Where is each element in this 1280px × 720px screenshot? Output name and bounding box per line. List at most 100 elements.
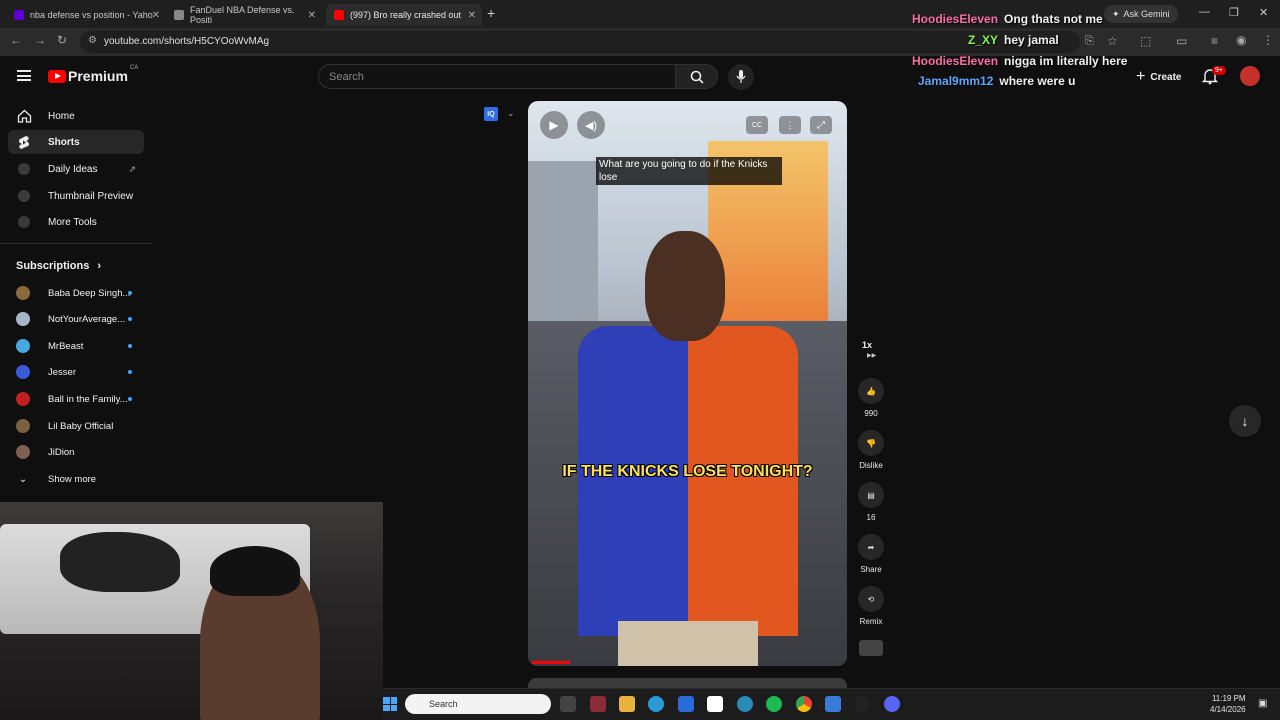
dislike-button[interactable]: 👎 Dislike: [858, 430, 884, 470]
chat-message: Jamal9mm12 where were u: [918, 74, 1075, 88]
tab-youtube[interactable]: (997) Bro really crashed out ✕: [326, 4, 482, 26]
discord-icon[interactable]: [884, 696, 900, 712]
search-input[interactable]: Search: [318, 64, 676, 89]
comments-button[interactable]: ▤ 16: [858, 482, 884, 522]
fullscreen-button[interactable]: ⤢: [810, 116, 832, 134]
minimize-icon[interactable]: —: [1199, 6, 1210, 18]
search-button[interactable]: [676, 64, 718, 89]
extensions-icon[interactable]: ⬚: [1140, 34, 1151, 48]
remix-button[interactable]: ⟲ Remix: [858, 586, 884, 626]
thumbs-up-icon: 👍: [858, 378, 884, 404]
sidebar-item-shorts[interactable]: Shorts: [8, 130, 144, 154]
sidebar-item-daily-ideas[interactable]: Daily Ideas ⇗: [8, 157, 144, 181]
close-icon[interactable]: ✕: [468, 10, 476, 21]
sidebar-item-label: More Tools: [48, 216, 97, 228]
bookmark-star-icon[interactable]: ☆: [1107, 34, 1118, 48]
voice-search-button[interactable]: [728, 64, 754, 90]
subscription-name: Jesser: [48, 366, 76, 378]
install-app-icon[interactable]: ⎘: [1085, 35, 1094, 48]
menu-icon[interactable]: ⋮: [1262, 33, 1274, 47]
video-progress-bar[interactable]: [532, 661, 571, 664]
new-content-dot: [128, 317, 132, 321]
sidebar-divider: [0, 243, 153, 244]
next-video-button[interactable]: ↓: [1229, 405, 1261, 437]
new-tab-icon[interactable]: +: [487, 5, 495, 21]
subscription-item[interactable]: MrBeast: [16, 334, 144, 358]
file-explorer-icon[interactable]: [560, 696, 576, 712]
sidebar-item-thumbnail-preview[interactable]: Thumbnail Preview: [8, 184, 144, 208]
cc-icon: CC: [751, 121, 763, 129]
play-button[interactable]: ▶: [540, 111, 568, 139]
app-icon[interactable]: [854, 696, 870, 712]
system-clock[interactable]: 11:19 PM 4/14/2026: [1210, 693, 1246, 715]
spotify-icon[interactable]: [766, 696, 782, 712]
burned-in-caption: IF THE KNICKS LOSE TONIGHT?: [562, 463, 813, 480]
subscription-item[interactable]: Jesser: [16, 360, 144, 384]
subscription-item[interactable]: NotYourAverage...: [16, 307, 144, 331]
ask-gemini-button[interactable]: ✦ Ask Gemini: [1104, 5, 1178, 23]
gemini-label: Ask Gemini: [1123, 9, 1170, 19]
app-icon[interactable]: [737, 696, 753, 712]
close-icon[interactable]: ✕: [308, 10, 316, 21]
close-window-icon[interactable]: ✕: [1259, 6, 1268, 19]
shorts-video-player[interactable]: ▶ ◀) CC ⋮ ⤢ What are you going to do if …: [528, 101, 847, 666]
media-icon[interactable]: ≡: [1211, 34, 1218, 48]
vidiq-button[interactable]: IQ: [484, 107, 498, 121]
remix-label: Remix: [859, 617, 883, 626]
sidepanel-icon[interactable]: ▭: [1176, 34, 1187, 48]
chat-username: HoodiesEleven: [912, 54, 999, 68]
interviewee-image: [645, 231, 725, 341]
volume-button[interactable]: ◀): [577, 111, 605, 139]
sidebar-item-home[interactable]: Home: [8, 104, 144, 128]
chrome-icon[interactable]: [796, 696, 812, 712]
subscriptions-heading[interactable]: Subscriptions ›: [16, 260, 101, 272]
chat-username: Jamal9mm12: [918, 74, 994, 88]
forward-icon[interactable]: →: [34, 33, 46, 47]
youtube-icon: [48, 69, 66, 83]
subscription-item[interactable]: JiDion: [16, 440, 144, 464]
like-button[interactable]: 👍 990: [858, 378, 884, 418]
subscription-item[interactable]: Lil Baby Official: [16, 414, 144, 438]
sidebar-item-label: Daily Ideas: [48, 163, 98, 175]
show-more-button[interactable]: ⌄ Show more: [16, 467, 144, 491]
yahoo-icon: [14, 10, 24, 20]
notification-center-icon[interactable]: ▣: [1258, 698, 1267, 709]
taskbar-search[interactable]: ⌕ Search: [405, 694, 824, 714]
nba-icon[interactable]: [707, 696, 723, 712]
playback-speed[interactable]: 1x: [862, 340, 872, 350]
app-icon[interactable]: [825, 696, 841, 712]
app-icon[interactable]: [590, 696, 606, 712]
share-button[interactable]: ➦ Share: [858, 534, 884, 574]
subscription-name: NotYourAverage...: [48, 313, 126, 325]
subscription-item[interactable]: Ball in the Family...: [16, 387, 144, 411]
avatar: [16, 339, 30, 353]
windows-start-icon[interactable]: [383, 697, 397, 711]
tab-fanduel[interactable]: FanDuel NBA Defense vs. Positi ✕: [166, 4, 322, 26]
maximize-icon[interactable]: ❐: [1229, 6, 1239, 19]
dislike-label: Dislike: [859, 461, 883, 470]
create-button[interactable]: + Create: [1136, 68, 1181, 86]
hamburger-icon[interactable]: [17, 70, 31, 81]
captions-button[interactable]: CC: [746, 116, 768, 134]
tab-yahoo[interactable]: nba defense vs position - Yaho ✕: [6, 4, 166, 26]
youtube-logo[interactable]: Premium CA: [48, 65, 138, 84]
chevron-down-icon[interactable]: ⌄: [507, 108, 515, 119]
sidebar-item-more-tools[interactable]: More Tools: [8, 210, 144, 234]
tab-label: nba defense vs position - Yaho: [30, 10, 153, 20]
volume-icon: ◀): [584, 119, 598, 132]
store-icon[interactable]: [678, 696, 694, 712]
site-info-icon[interactable]: ⚙: [88, 35, 97, 46]
edge-icon[interactable]: [648, 696, 664, 712]
channel-avatar[interactable]: [859, 640, 883, 656]
profile-icon[interactable]: ◉: [1236, 33, 1246, 47]
reload-icon[interactable]: ↻: [57, 33, 67, 47]
url-text[interactable]: youtube.com/shorts/H5CYOoWvMAg: [104, 36, 269, 47]
account-avatar[interactable]: [1240, 66, 1260, 86]
subscription-item[interactable]: Baba Deep Singh...: [16, 281, 144, 305]
more-options-button[interactable]: ⋮: [779, 116, 801, 134]
avatar: [16, 445, 30, 459]
close-icon[interactable]: ✕: [152, 10, 160, 21]
external-link-icon: ⇗: [128, 163, 136, 174]
back-icon[interactable]: ←: [10, 33, 22, 47]
folder-icon[interactable]: [619, 696, 635, 712]
